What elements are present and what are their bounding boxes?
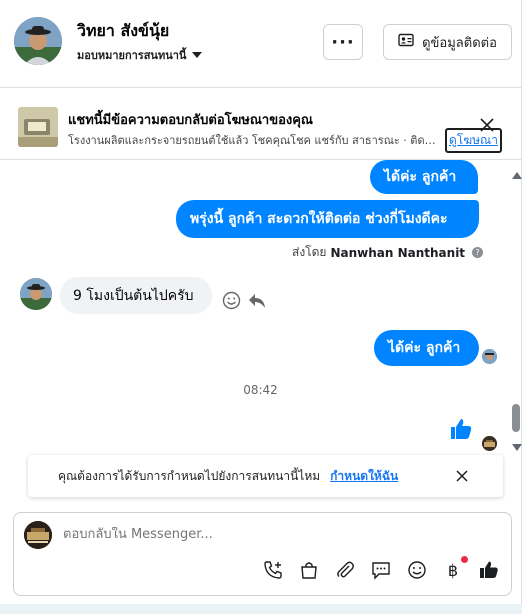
outgoing-message: พรุ่งนี้ ลูกค้า สะดวกให้ติดต่อ ช่วงกี่โม… <box>176 200 479 238</box>
call-add-icon[interactable] <box>262 559 284 581</box>
thread-scrollbar[interactable] <box>509 160 522 460</box>
read-receipt-avatar <box>482 349 497 364</box>
like-icon <box>449 417 473 445</box>
message-timestamp: 08:42 <box>243 383 278 397</box>
reply-icon[interactable] <box>247 291 267 314</box>
paperclip-icon[interactable] <box>334 559 356 581</box>
more-icon: ··· <box>331 31 355 53</box>
like-icon[interactable] <box>478 559 500 581</box>
sent-by-label: ส่งโดย Nanwhan Nanthanit ? <box>292 243 484 262</box>
reply-composer: ฿ <box>13 512 512 596</box>
help-icon[interactable]: ? <box>472 247 484 258</box>
outgoing-message: ได้ค่ะ ลูกค้า <box>374 330 479 366</box>
view-contact-info-label: ดูข้อมูลติดต่อ <box>422 35 497 51</box>
more-options-button[interactable]: ··· <box>323 24 363 60</box>
notification-dot <box>461 556 468 563</box>
view-contact-info-button[interactable]: ดูข้อมูลติดต่อ <box>383 24 512 60</box>
close-icon[interactable] <box>479 117 495 137</box>
chevron-down-icon <box>192 52 203 58</box>
payment-icon[interactable]: ฿ <box>442 556 468 581</box>
assign-label: มอบหมายการสนทนานี้ <box>77 49 187 62</box>
composer-toolbar: ฿ <box>262 556 500 581</box>
assign-conversation-dropdown[interactable]: มอบหมายการสนทนานี้ <box>77 46 203 64</box>
ad-banner-subtitle: โรงงานผลิตและกระจายรถยนต์ใช้แล้ว โชคคุณโ… <box>68 134 440 147</box>
outgoing-message: ได้ค่ะ ลูกค้า <box>370 160 478 194</box>
sent-by-prefix: ส่งโดย <box>292 245 327 259</box>
emoji-icon[interactable] <box>406 559 428 581</box>
shopping-bag-icon[interactable] <box>298 559 320 581</box>
reminder-text: คุณต้องการได้รับการกำหนดไปยังการสนทนานี้… <box>58 468 321 483</box>
assign-reminder-bar: คุณต้องการได้รับการกำหนดไปยังการสนทนานี้… <box>28 455 503 497</box>
page-avatar <box>24 521 52 549</box>
react-emoji-icon[interactable] <box>222 291 241 314</box>
ad-reply-banner: แชทนี้มีข้อความตอบกลับต่อโฆษณาของคุณ โรง… <box>0 89 521 160</box>
reply-input[interactable] <box>63 527 483 542</box>
page-background-strip <box>0 604 522 614</box>
scroll-up-arrow-icon[interactable] <box>512 172 522 179</box>
read-receipt-avatar <box>482 436 497 451</box>
scroll-thumb[interactable] <box>512 404 520 432</box>
scroll-down-arrow-icon[interactable] <box>512 444 522 451</box>
messenger-panel: วิทยา สังข์นุ้ย มอบหมายการสนทนานี้ ··· ด… <box>0 0 522 604</box>
conversation-header: วิทยา สังข์นุ้ย มอบหมายการสนทนานี้ ··· ด… <box>0 0 521 88</box>
contact-avatar-small <box>20 278 52 310</box>
saved-reply-icon[interactable] <box>370 559 392 581</box>
sender-name: Nanwhan Nanthanit <box>330 245 466 260</box>
contact-name: วิทยา สังข์นุ้ย <box>77 21 170 40</box>
assign-to-me-link[interactable]: กำหนดให้ฉัน <box>330 467 398 486</box>
message-actions <box>222 291 267 314</box>
ad-banner-title: แชทนี้มีข้อความตอบกลับต่อโฆษณาของคุณ <box>68 113 313 128</box>
contact-card-icon <box>398 33 414 51</box>
ad-thumbnail <box>18 107 58 147</box>
incoming-message: 9 โมงเป็นต้นไปครับ <box>60 277 212 314</box>
contact-avatar[interactable] <box>14 17 62 65</box>
close-icon[interactable] <box>456 470 468 485</box>
